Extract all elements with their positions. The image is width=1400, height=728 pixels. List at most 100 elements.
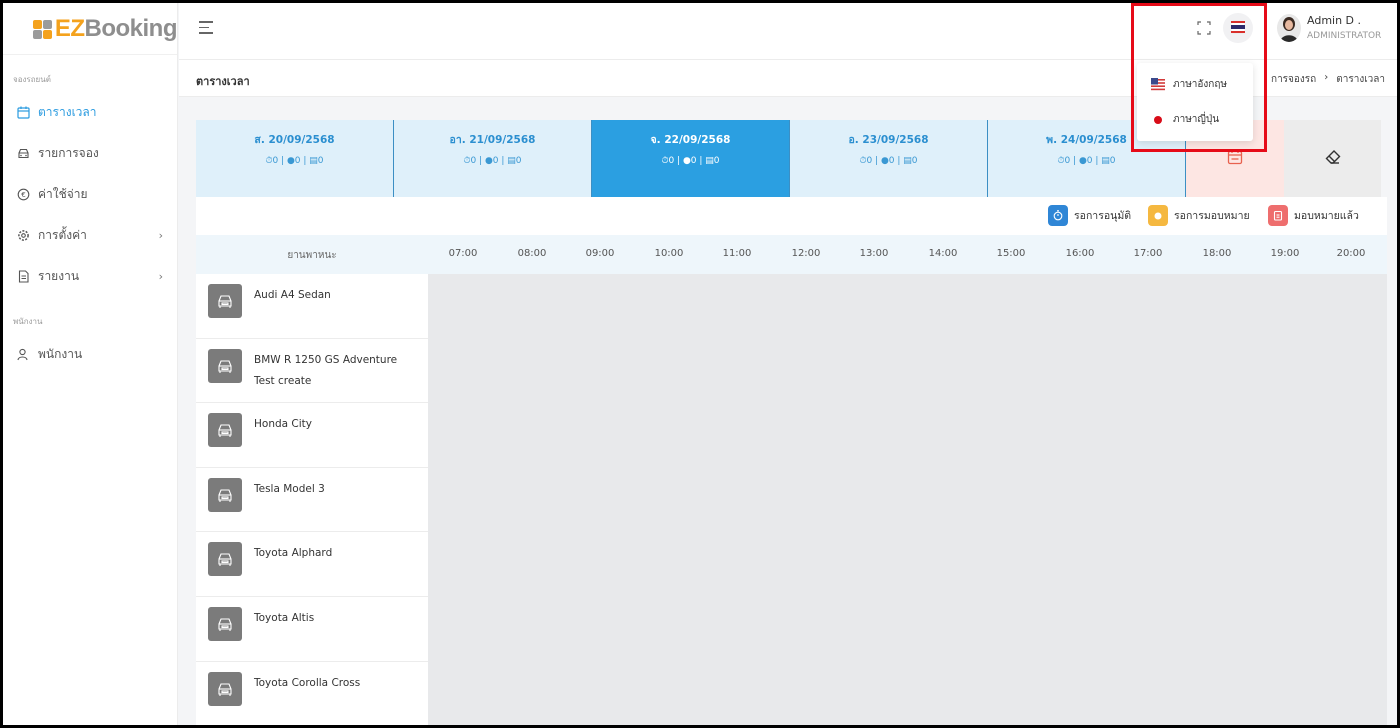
avatar[interactable]	[1277, 14, 1301, 42]
vehicle-name: BMW R 1250 GS Adventure Test create	[254, 353, 398, 387]
sidebar-item-label: รายงาน	[38, 269, 80, 283]
status-legend: รอการอนุมัติ รอการมอบหมาย มอบหมายแล้ว	[196, 197, 1387, 235]
clock-icon	[1148, 205, 1168, 226]
report-icon	[16, 270, 30, 284]
hour-label: 10:00	[654, 248, 684, 259]
vehicle-row[interactable]: Toyota Alphard	[196, 532, 428, 597]
us-flag-icon	[1151, 77, 1165, 92]
sidebar-item-label: พนักงาน	[38, 347, 83, 361]
hour-label: 19:00	[1270, 248, 1300, 259]
hour-label: 15:00	[996, 248, 1026, 259]
calendar-icon	[1227, 149, 1243, 169]
menu-toggle-icon[interactable]	[199, 21, 215, 37]
page-title: ตารางเวลา	[196, 75, 250, 88]
hour-label: 12:00	[791, 248, 821, 259]
clear-filter-button[interactable]	[1284, 120, 1381, 197]
day-tab[interactable]: อ. 23/09/2568 ⏱0 | ●0 | ▤0	[790, 120, 988, 197]
day-tab[interactable]: ส. 20/09/2568 ⏱0 | ●0 | ▤0	[196, 120, 394, 197]
vehicle-name: Honda City	[254, 418, 312, 431]
car-icon	[208, 477, 242, 512]
hour-label: 11:00	[722, 248, 752, 259]
breadcrumb: การจองรถ › ตารางเวลา	[1271, 72, 1385, 87]
app-window: EZBooking จองรถยนต์ ตารางเวลา รายการจอง …	[3, 3, 1397, 725]
gear-icon	[16, 229, 30, 243]
vehicle-column-header: ยานพาหนะ	[287, 250, 337, 261]
calendar-icon	[16, 106, 30, 120]
vehicle-name: Audi A4 Sedan	[254, 289, 331, 301]
vehicle-name: Toyota Corolla Cross	[254, 676, 361, 689]
legend-assigned: มอบหมายแล้ว	[1268, 205, 1359, 226]
hour-label: 16:00	[1065, 248, 1095, 259]
day-label: ส. 20/09/2568	[254, 134, 335, 146]
day-tab[interactable]: อา. 21/09/2568 ⏱0 | ●0 | ▤0	[394, 120, 592, 197]
sidebar-section-booking: จองรถยนต์	[13, 75, 51, 84]
language-switcher-button[interactable]	[1223, 13, 1253, 43]
clipboard-icon	[1268, 205, 1288, 226]
day-label: อา. 21/09/2568	[449, 134, 536, 146]
legend-label: รอการอนุมัติ	[1074, 210, 1132, 222]
car-icon	[208, 284, 242, 318]
coin-icon: €	[16, 188, 30, 202]
breadcrumb-item-bookings[interactable]: การจองรถ	[1271, 72, 1316, 87]
sidebar-item-schedule[interactable]: ตารางเวลา	[3, 92, 177, 133]
language-label: ภาษาญี่ปุ่น	[1173, 114, 1220, 125]
day-label: อ. 23/09/2568	[848, 134, 929, 146]
hour-label: 07:00	[448, 248, 478, 259]
logo-icon	[33, 18, 53, 40]
language-option-japanese[interactable]: ภาษาญี่ปุ่น	[1151, 112, 1219, 127]
sidebar-item-settings[interactable]: การตั้งค่า ›	[3, 215, 177, 256]
sidebar-item-bookings[interactable]: รายการจอง	[3, 133, 177, 174]
breadcrumb-separator: ›	[1324, 72, 1329, 83]
sidebar-item-staff[interactable]: พนักงาน	[3, 334, 177, 375]
legend-pending-approval: รอการอนุมัติ	[1048, 205, 1131, 226]
hour-label: 08:00	[517, 248, 547, 259]
vehicle-name: Toyota Alphard	[254, 547, 333, 560]
fullscreen-icon[interactable]	[1197, 20, 1211, 35]
language-dropdown: ภาษาอังกฤษ ภาษาญี่ปุ่น	[1137, 63, 1253, 141]
day-stats: ⏱0 | ●0 | ▤0	[265, 156, 324, 166]
vehicle-row[interactable]: Honda City	[196, 403, 428, 468]
top-header: Admin D . ADMINISTRATOR	[179, 3, 1397, 60]
day-stats: ⏱0 | ●0 | ▤0	[859, 156, 918, 166]
car-icon	[208, 413, 242, 448]
timeline-grid[interactable]	[428, 274, 1387, 725]
car-icon	[208, 542, 242, 577]
legend-pending-assignment: รอการมอบหมาย	[1148, 205, 1250, 226]
sidebar: EZBooking จองรถยนต์ ตารางเวลา รายการจอง …	[3, 3, 178, 725]
svg-text:€: €	[21, 191, 25, 199]
logo[interactable]: EZBooking	[3, 3, 177, 55]
vehicle-row[interactable]: BMW R 1250 GS Adventure Test create	[196, 339, 428, 404]
user-role: ADMINISTRATOR	[1307, 31, 1382, 41]
day-tab-active[interactable]: จ. 22/09/2568 ⏱0 | ●0 | ▤0	[592, 120, 790, 197]
language-label: ภาษาอังกฤษ	[1173, 79, 1228, 90]
chevron-right-icon: ›	[158, 270, 163, 283]
stopwatch-icon	[1048, 205, 1068, 226]
legend-label: มอบหมายแล้ว	[1294, 210, 1359, 222]
sidebar-item-label: การตั้งค่า	[38, 228, 87, 242]
hour-label: 18:00	[1202, 248, 1232, 259]
vehicle-row[interactable]: Toyota Corolla Cross	[196, 662, 428, 725]
sidebar-item-reports[interactable]: รายงาน ›	[3, 256, 177, 297]
user-name[interactable]: Admin D .	[1307, 14, 1361, 27]
chevron-right-icon: ›	[158, 229, 163, 242]
sidebar-item-label: ค่าใช้จ่าย	[38, 187, 88, 201]
vehicle-name: Toyota Altis	[254, 611, 315, 624]
breadcrumb-item-schedule: ตารางเวลา	[1336, 74, 1385, 85]
vehicle-row[interactable]: Tesla Model 3	[196, 468, 428, 533]
day-label: จ. 22/09/2568	[650, 134, 731, 146]
vehicle-row[interactable]: Audi A4 Sedan	[196, 274, 428, 339]
japan-flag-icon	[1151, 113, 1165, 127]
car-icon	[16, 147, 30, 161]
vehicle-name: Tesla Model 3	[254, 482, 325, 495]
language-option-english[interactable]: ภาษาอังกฤษ	[1151, 77, 1227, 92]
logo-text: EZBooking	[54, 14, 178, 42]
vehicle-row[interactable]: Toyota Altis	[196, 597, 428, 662]
hour-label: 14:00	[928, 248, 958, 259]
hour-label: 20:00	[1336, 248, 1366, 259]
sidebar-item-expenses[interactable]: € ค่าใช้จ่าย	[3, 174, 177, 215]
day-stats: ⏱0 | ●0 | ▤0	[1057, 156, 1116, 166]
sidebar-item-label: ตารางเวลา	[38, 105, 97, 119]
sidebar-item-label: รายการจอง	[38, 146, 99, 160]
hour-label: 17:00	[1133, 248, 1163, 259]
thai-flag-icon	[1230, 19, 1246, 38]
